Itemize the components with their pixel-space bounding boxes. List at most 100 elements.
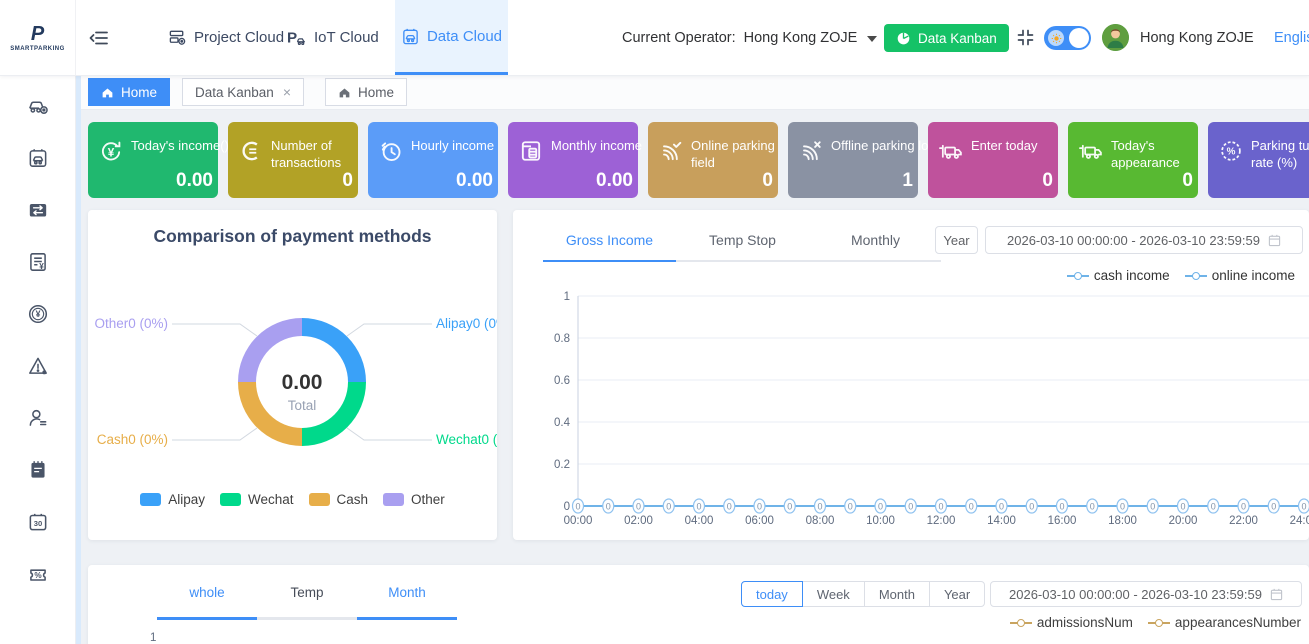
- sidebar-item-calendar-30[interactable]: 30: [26, 510, 50, 534]
- stat-card-value: 0: [762, 170, 773, 192]
- legend-item-cash[interactable]: Cash: [309, 492, 369, 507]
- svg-text:0: 0: [1150, 502, 1155, 512]
- sidebar-item-notepad[interactable]: [26, 458, 50, 482]
- theme-toggle[interactable]: [1044, 26, 1091, 50]
- legend-label: Other: [411, 492, 445, 507]
- fullscreen-icon[interactable]: [1016, 28, 1036, 48]
- sidebar-item-invoice-yen[interactable]: ¥: [26, 250, 50, 274]
- payment-donut-chart: Alipay0 (0%) Wechat0 (0%) Cash0 (0%) Oth…: [88, 210, 497, 540]
- sidebar-item-coin-yen[interactable]: ¥: [26, 302, 50, 326]
- stat-card-label: Today's income(): [131, 137, 229, 154]
- svg-text:¥: ¥: [36, 309, 41, 319]
- callout-line: [172, 428, 257, 440]
- callout-line: [347, 324, 432, 336]
- year-range-button[interactable]: Year: [935, 226, 978, 254]
- sidebar-fold-icon[interactable]: [88, 27, 110, 49]
- iot-cloud-icon: P: [286, 28, 307, 47]
- legend-item-cash-income[interactable]: cash income: [1067, 268, 1170, 283]
- tab-underline-month: [357, 617, 457, 620]
- sidebar-item-warning[interactable]: [26, 354, 50, 378]
- username[interactable]: Hong Kong ZOJE: [1140, 0, 1254, 75]
- data-kanban-button[interactable]: Data Kanban: [884, 24, 1009, 52]
- wifi-x-icon: [797, 137, 825, 165]
- language-link[interactable]: English: [1274, 0, 1309, 75]
- legend-item-online-income[interactable]: online income: [1185, 268, 1295, 283]
- logo-mark: P: [31, 24, 44, 44]
- legend-line-marker: [1067, 272, 1089, 280]
- sidebar-item-car-gear[interactable]: [26, 94, 50, 118]
- traffic-date-range-picker[interactable]: 2026-03-10 00:00:00 - 2026-03-10 23:59:5…: [990, 581, 1302, 607]
- week-button[interactable]: Week: [802, 581, 865, 607]
- logo-text: SMARTPARKING: [10, 46, 65, 52]
- legend-item-alipay[interactable]: Alipay: [140, 492, 205, 507]
- svg-text:0: 0: [564, 501, 570, 513]
- scrollbar-track[interactable]: [76, 75, 81, 644]
- tab-whole[interactable]: whole: [157, 579, 257, 606]
- svg-text:14:00: 14:00: [987, 515, 1016, 527]
- pie-chart-icon: [896, 31, 911, 46]
- legend-label: admissionsNum: [1037, 615, 1133, 630]
- app-logo: P SMARTPARKING: [0, 0, 76, 75]
- nav-data-cloud[interactable]: Data Cloud: [395, 0, 508, 75]
- today-button[interactable]: today: [741, 581, 803, 607]
- user-avatar[interactable]: [1102, 24, 1129, 51]
- legend-item-other[interactable]: Other: [383, 492, 445, 507]
- income-panel: Gross Income Temp Stop Monthly Year 2026…: [513, 210, 1309, 540]
- year-button[interactable]: Year: [929, 581, 985, 607]
- donut-total-label: Total: [288, 398, 317, 413]
- legend-item-wechat[interactable]: Wechat: [220, 492, 294, 507]
- legend-label: appearancesNumber: [1175, 615, 1301, 630]
- legend-item-admissions[interactable]: admissionsNum: [1010, 615, 1133, 630]
- svg-text:¥: ¥: [39, 262, 44, 271]
- legend-label: Cash: [337, 492, 369, 507]
- legend-item-appearances[interactable]: appearancesNumber: [1148, 615, 1301, 630]
- tab-label: Home: [121, 85, 157, 100]
- svg-text:06:00: 06:00: [745, 515, 774, 527]
- data-cloud-icon: [401, 27, 420, 46]
- sidebar-item-clipboard-car[interactable]: [26, 146, 50, 170]
- operator-dropdown[interactable]: Current Operator: Hong Kong ZOJE: [622, 0, 877, 75]
- callout-cash: Cash0 (0%): [97, 432, 168, 447]
- stat-card-label: Today'sappearance: [1111, 137, 1180, 171]
- tab-gross-income[interactable]: Gross Income: [543, 226, 676, 254]
- tab-month[interactable]: Month: [357, 579, 457, 606]
- y-axis-tick: 1: [150, 632, 156, 644]
- stat-card-value: 0.00: [596, 170, 633, 192]
- tab-underline-track: [157, 617, 457, 620]
- stat-card-label: Hourly income: [411, 137, 494, 154]
- tab-data-kanban[interactable]: Data Kanban ×: [182, 78, 304, 106]
- stat-card-label: Online parkingfield: [691, 137, 775, 171]
- operator-label: Current Operator:: [622, 30, 736, 46]
- tab-temp[interactable]: Temp: [257, 579, 357, 606]
- svg-text:0: 0: [757, 502, 762, 512]
- tab-home-active[interactable]: Home: [88, 78, 170, 106]
- svg-text:20:00: 20:00: [1169, 515, 1198, 527]
- stat-card-offline-parking: Offline parking lot 1: [788, 122, 918, 198]
- legend-line-marker: [1148, 619, 1170, 627]
- close-icon[interactable]: ×: [283, 85, 291, 99]
- svg-text:0: 0: [636, 502, 641, 512]
- sidebar-item-card-swap[interactable]: [26, 198, 50, 222]
- svg-text:04:00: 04:00: [685, 515, 714, 527]
- income-date-range-picker[interactable]: 2026-03-10 00:00:00 - 2026-03-10 23:59:5…: [985, 226, 1303, 254]
- svg-text:0: 0: [1029, 502, 1034, 512]
- stat-card-online-parking: Online parkingfield 0: [648, 122, 778, 198]
- sidebar-item-coupon[interactable]: %: [26, 562, 50, 586]
- pie-legend: Alipay Wechat Cash Other: [88, 492, 497, 507]
- nav-project-cloud[interactable]: Project Cloud: [168, 0, 284, 75]
- income-line-chart: 00.20.40.60.8100:0002:0004:0006:0008:001…: [513, 286, 1309, 536]
- tab-home[interactable]: Home: [325, 78, 407, 106]
- svg-text:0: 0: [969, 502, 974, 512]
- tab-temp-stop[interactable]: Temp Stop: [676, 226, 809, 254]
- nav-iot-cloud[interactable]: P IoT Cloud: [286, 0, 379, 75]
- month-button[interactable]: Month: [864, 581, 930, 607]
- traffic-panel: whole Temp Month today Week Month Year 2…: [88, 565, 1309, 644]
- svg-text:24:00: 24:00: [1290, 515, 1309, 527]
- stat-card-value: 0.00: [456, 170, 493, 192]
- tab-label: Home: [358, 85, 394, 100]
- sidebar-item-user[interactable]: [26, 406, 50, 430]
- payment-methods-panel: Comparison of payment methods Alipay0 (0…: [88, 210, 497, 540]
- nav-label: IoT Cloud: [314, 29, 379, 46]
- tab-monthly[interactable]: Monthly: [809, 226, 942, 254]
- svg-text:0: 0: [696, 502, 701, 512]
